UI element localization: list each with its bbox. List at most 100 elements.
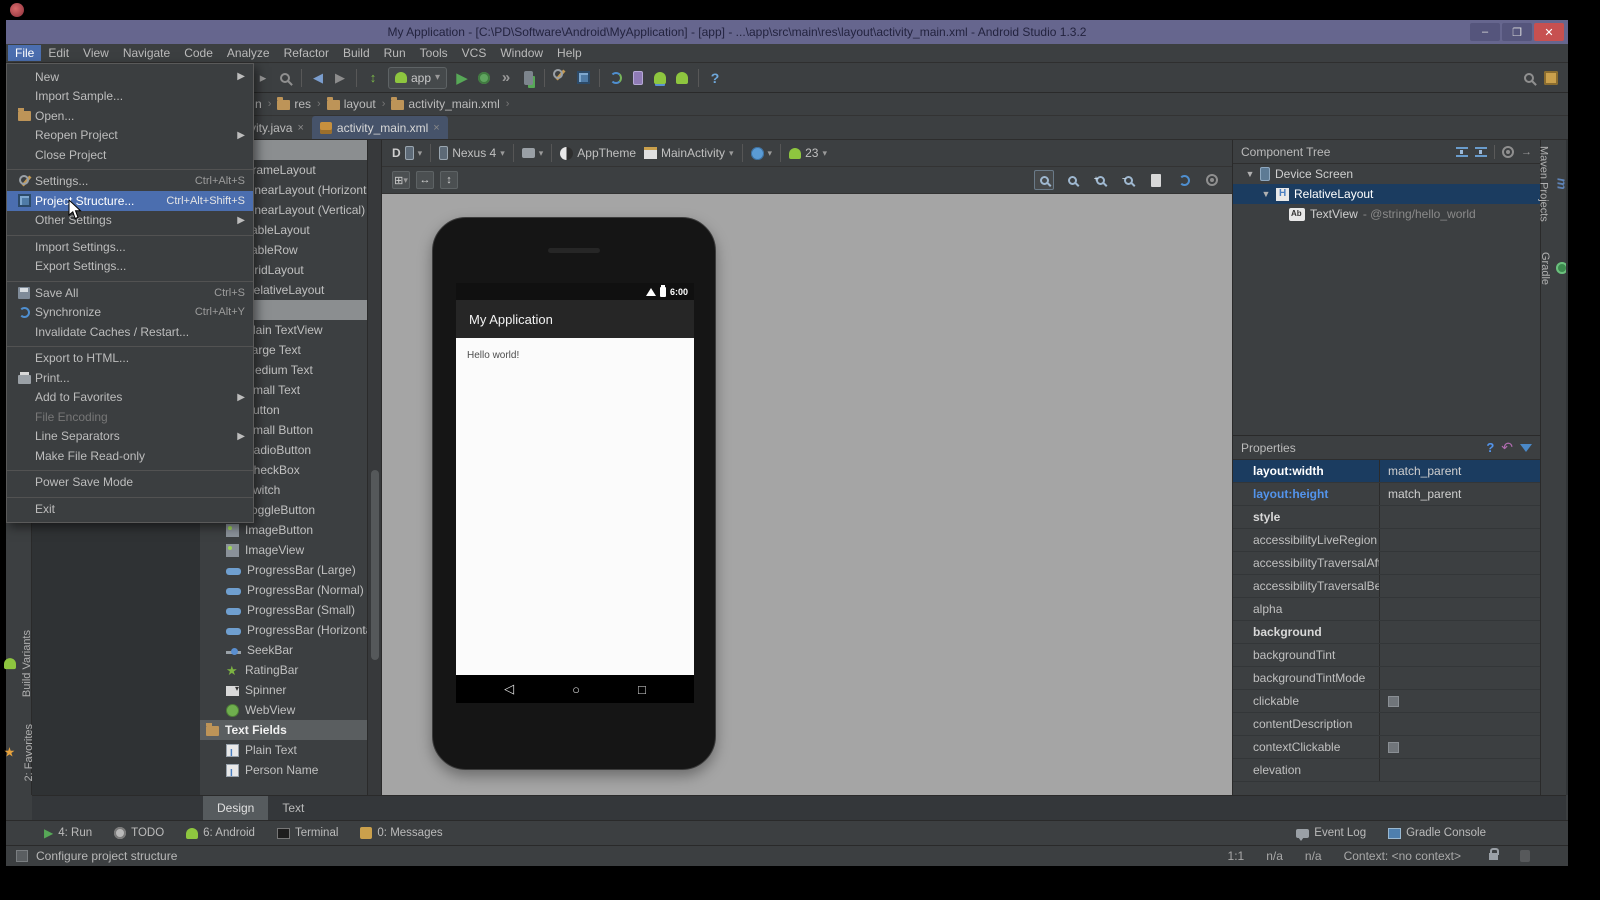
file-menu-item[interactable]: Power Save Mode ▶ bbox=[7, 473, 253, 493]
highlight-level-icon[interactable] bbox=[1520, 850, 1530, 862]
render-options-gear-icon[interactable] bbox=[1202, 170, 1222, 190]
maximize-button[interactable]: ❐ bbox=[1502, 23, 1532, 41]
palette-item[interactable]: SeekBar bbox=[200, 640, 367, 660]
panel-toggle-icon[interactable] bbox=[1544, 71, 1558, 85]
layout:width[interactable]: layout:width match_parent bbox=[1233, 460, 1540, 483]
open-icon[interactable]: Open... ▶ bbox=[7, 106, 253, 126]
clickable[interactable]: clickable bbox=[1233, 690, 1540, 713]
caret-position[interactable]: 1:1 bbox=[1228, 849, 1245, 863]
preview-content[interactable]: Hello world! bbox=[456, 338, 694, 675]
print-icon[interactable]: Print... ▶ bbox=[7, 368, 253, 388]
toolbar-icon[interactable] bbox=[301, 69, 302, 87]
lock-icon[interactable] bbox=[1489, 853, 1498, 860]
search-icon[interactable] bbox=[274, 67, 296, 89]
file-menu-item[interactable]: ▶ bbox=[7, 276, 253, 283]
orientation-selector[interactable]: ▾ bbox=[522, 148, 544, 159]
chevron-down-icon[interactable]: ▼ bbox=[1261, 189, 1271, 199]
project-structure-icon[interactable] bbox=[572, 67, 594, 89]
background[interactable]: background bbox=[1233, 621, 1540, 644]
tab-design[interactable]: Design bbox=[203, 796, 268, 821]
toolbar-icon[interactable] bbox=[544, 69, 545, 87]
debug-icon[interactable] bbox=[473, 67, 495, 89]
file-menu-item[interactable]: Exit ▶ bbox=[7, 499, 253, 519]
help-icon[interactable]: ? bbox=[1486, 440, 1494, 455]
favorites-stripe[interactable]: ★ 2: Favorites bbox=[3, 724, 35, 781]
menu-item[interactable]: Analyze bbox=[220, 45, 277, 61]
search-everywhere-icon[interactable] bbox=[1524, 73, 1534, 83]
build-variants-stripe[interactable]: Build Variants bbox=[4, 630, 33, 697]
export-image-icon[interactable] bbox=[1146, 170, 1166, 190]
checkbox[interactable] bbox=[1388, 742, 1399, 753]
menu-item[interactable]: Tools bbox=[413, 45, 455, 61]
palette-scrollbar[interactable] bbox=[368, 140, 382, 795]
context-indicator[interactable]: Context: <no context> bbox=[1344, 849, 1461, 863]
theme-selector[interactable]: AppTheme bbox=[560, 146, 636, 160]
zoom-in-icon[interactable]: + bbox=[1090, 170, 1110, 190]
expand-all-icon[interactable] bbox=[1456, 147, 1468, 157]
file-menu-item[interactable]: Close Project ▶ bbox=[7, 145, 253, 165]
toolbar-icon[interactable] bbox=[698, 69, 699, 87]
file-menu-item[interactable]: Import Sample... ▶ bbox=[7, 87, 253, 107]
accessibilityTraversalBefc[interactable]: accessibilityTraversalBefc bbox=[1233, 575, 1540, 598]
backgroundTintMode[interactable]: backgroundTintMode bbox=[1233, 667, 1540, 690]
locale-selector[interactable]: ▾ bbox=[751, 147, 773, 160]
back-icon[interactable] bbox=[307, 67, 329, 89]
palette-item[interactable]: ImageView bbox=[200, 540, 367, 560]
style[interactable]: style bbox=[1233, 506, 1540, 529]
run-coverage-icon[interactable] bbox=[495, 67, 517, 89]
android-toolwindow-icon[interactable]: 6: Android bbox=[186, 827, 255, 839]
zoom-actual-icon[interactable] bbox=[1062, 170, 1082, 190]
design-surface-selector[interactable]: D▾ bbox=[392, 146, 422, 160]
zoom-out-icon[interactable]: − bbox=[1118, 170, 1138, 190]
expand-horizontal-icon[interactable]: ↔ bbox=[416, 171, 434, 189]
file-menu-item[interactable]: Export to HTML... ▶ bbox=[7, 349, 253, 369]
api-level-selector[interactable]: 23▾ bbox=[789, 146, 827, 160]
collapse-all-icon[interactable] bbox=[1475, 147, 1487, 157]
breadcrumb-item[interactable]: res › bbox=[277, 97, 322, 111]
tree-node-device-screen[interactable]: ▼ Device Screen bbox=[1233, 164, 1540, 184]
backgroundTint[interactable]: backgroundTint bbox=[1233, 644, 1540, 667]
attach-debugger-icon[interactable] bbox=[517, 67, 539, 89]
menu-item[interactable]: Run bbox=[377, 45, 413, 61]
tab-activity-main-xml[interactable]: activity_main.xml × bbox=[312, 116, 448, 139]
accessibilityLiveRegion[interactable]: accessibilityLiveRegion bbox=[1233, 529, 1540, 552]
dock-icon[interactable]: → bbox=[1521, 146, 1532, 158]
file-menu-item[interactable]: ▶ bbox=[7, 230, 253, 237]
menu-item[interactable]: Refactor bbox=[277, 45, 336, 61]
run-icon[interactable] bbox=[451, 67, 473, 89]
breadcrumb-item[interactable]: layout › bbox=[327, 97, 388, 111]
zoom-fit-icon[interactable] bbox=[1034, 170, 1054, 190]
palette-item[interactable]: Text Fields bbox=[200, 720, 367, 740]
menu-item[interactable]: File bbox=[8, 45, 41, 61]
menu-item[interactable]: Edit bbox=[41, 45, 76, 61]
menu-item[interactable]: Navigate bbox=[116, 45, 177, 61]
file-menu-item[interactable]: ▶ bbox=[7, 165, 253, 172]
event-log-icon[interactable]: Event Log bbox=[1296, 827, 1366, 839]
close-button[interactable]: ✕ bbox=[1534, 23, 1564, 41]
project-structure-icon[interactable]: Project Structure... Ctrl+Alt+Shift+S ▶ bbox=[7, 191, 253, 211]
gradle-console-icon[interactable]: Gradle Console bbox=[1388, 827, 1486, 839]
contextClickable[interactable]: contextClickable bbox=[1233, 736, 1540, 759]
file-menu-item[interactable]: Invalidate Caches / Restart... ▶ bbox=[7, 322, 253, 342]
avd-manager-icon[interactable] bbox=[627, 67, 649, 89]
palette-item[interactable]: ProgressBar (Large) bbox=[200, 560, 367, 580]
file-menu-item[interactable]: ▶ bbox=[7, 492, 253, 499]
palette-item[interactable]: Spinner bbox=[200, 680, 367, 700]
terminal-toolwindow-icon[interactable]: Terminal bbox=[277, 827, 338, 839]
restore-defaults-icon[interactable]: ↶ bbox=[1501, 439, 1513, 456]
chevron-down-icon[interactable]: ▼ bbox=[1245, 169, 1255, 179]
device-preview[interactable]: 6:00 My Application Hello world! ◁ ○ bbox=[432, 217, 716, 770]
sdk-manager-icon[interactable] bbox=[649, 67, 671, 89]
title-bar[interactable]: My Application - [C:\PD\Software\Android… bbox=[6, 20, 1568, 44]
overflow-chevron-icon[interactable] bbox=[252, 67, 274, 89]
menu-item[interactable]: VCS bbox=[455, 45, 494, 61]
expand-vertical-icon[interactable]: ↕ bbox=[440, 171, 458, 189]
checkbox[interactable] bbox=[1388, 696, 1399, 707]
forward-icon[interactable] bbox=[329, 67, 351, 89]
run-toolwindow-icon[interactable]: 4: Run bbox=[44, 826, 92, 840]
close-icon[interactable]: × bbox=[297, 122, 303, 134]
compare-icon[interactable] bbox=[362, 67, 384, 89]
line-separator-indicator[interactable]: n/a bbox=[1266, 849, 1283, 863]
tree-node-textview[interactable]: TextView - @string/hello_world bbox=[1233, 204, 1540, 224]
preview-screen[interactable]: 6:00 My Application Hello world! ◁ ○ bbox=[456, 283, 694, 703]
